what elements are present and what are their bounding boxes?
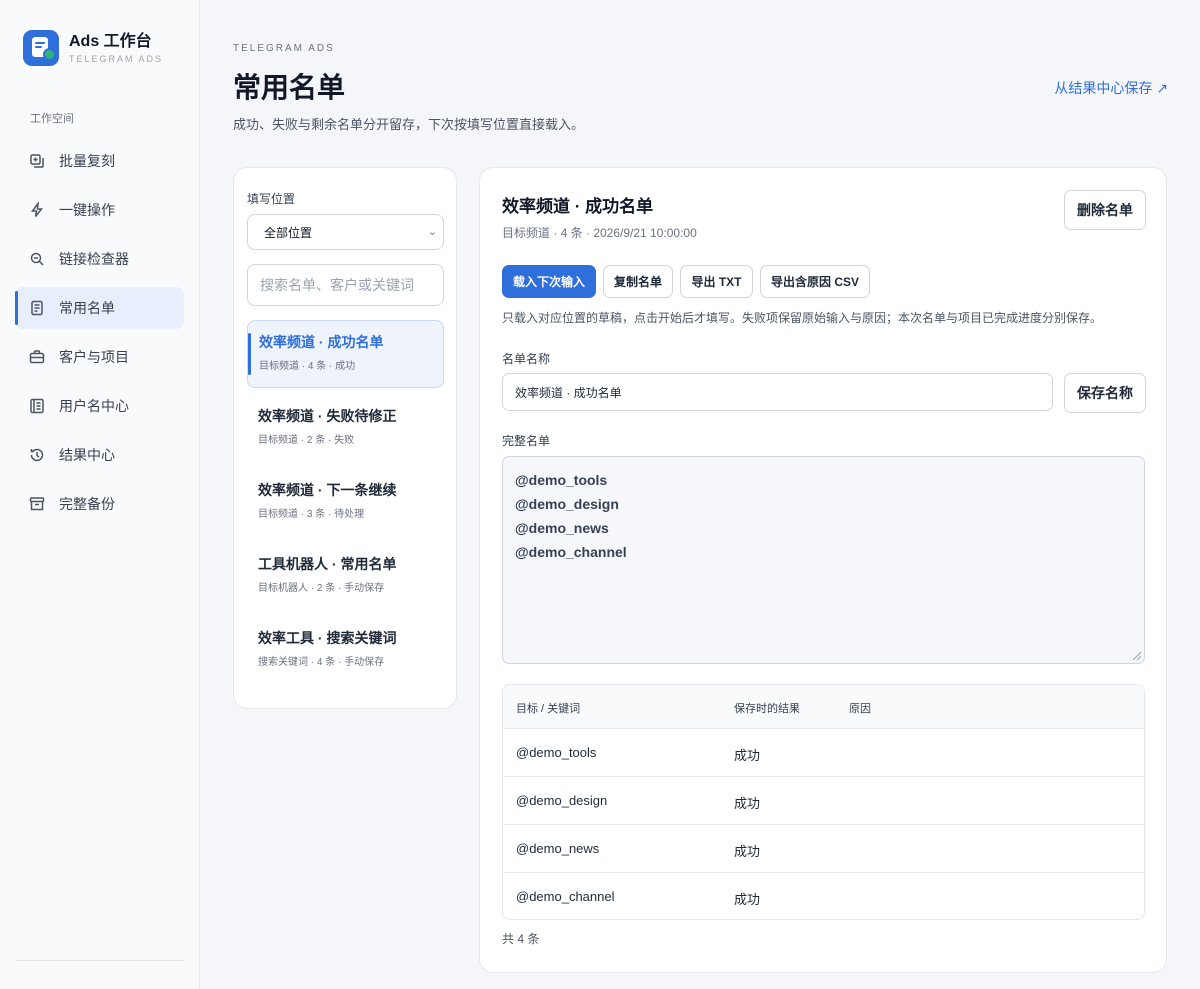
sidebar-item-label: 用户名中心 [59,398,129,414]
name-field-label: 名单名称 [502,352,551,366]
address-book-icon [29,398,45,414]
full-list-line: @demo_tools [515,472,608,488]
detail-meta: 目标频道 · 4 条 · 2026/9/21 10:00:00 [502,226,697,240]
sidebar-item-full-backup[interactable]: 完整备份 [15,483,184,525]
sidebar-item-saved-lists[interactable]: 常用名单 [15,287,184,329]
table-row: @demo_news 成功 [503,825,1144,873]
page-eyebrow: TELEGRAM ADS [233,43,335,54]
list-detail-panel: 效率频道 · 成功名单 目标频道 · 4 条 · 2026/9/21 10:00… [479,167,1167,973]
sidebar: Ads 工作台 TELEGRAM ADS 工作空间 批量复刻 一键操作 链接检查… [0,0,200,989]
full-list-label: 完整名单 [502,434,551,448]
list-item-title: 效率频道 · 成功名单 [259,334,384,350]
full-list-line: @demo_news [515,520,609,536]
list-item-title: 效率频道 · 失败待修正 [258,408,397,424]
sidebar-item-username-center[interactable]: 用户名中心 [15,385,184,427]
load-next-input-button[interactable]: 载入下次输入 [502,265,596,298]
sidebar-divider [15,960,184,961]
brand[interactable]: Ads 工作台 TELEGRAM ADS [23,30,163,66]
sidebar-item-link-checker[interactable]: 链接检查器 [15,238,184,280]
position-select[interactable]: 全部位置 ⌄ [247,214,444,250]
list-item[interactable]: 效率工具 · 搜索关键词 搜索关键词 · 4 条 · 手动保存 [247,616,444,684]
list-item-meta: 目标频道 · 2 条 · 失败 [258,435,355,446]
sidebar-item-label: 常用名单 [59,300,115,316]
list-item[interactable]: 工具机器人 · 常用名单 目标机器人 · 2 条 · 手动保存 [247,542,444,610]
full-list-line: @demo_channel [515,544,627,560]
archive-icon [29,496,45,512]
list-item-meta: 目标机器人 · 2 条 · 手动保存 [258,583,385,594]
sidebar-item-label: 链接检查器 [59,251,129,267]
brand-title: Ads 工作台 [69,33,152,50]
table-row: @demo_channel 成功 [503,873,1144,919]
app-logo-icon [23,30,59,66]
sidebar-item-label: 客户与项目 [59,349,129,365]
list-item-meta: 搜索关键词 · 4 条 · 手动保存 [258,657,385,668]
sidebar-item-label: 批量复刻 [59,153,115,169]
column-header-result: 保存时的结果 [734,703,800,715]
cell-target: @demo_tools [516,745,597,760]
sidebar-item-clients-projects[interactable]: 客户与项目 [15,336,184,378]
table-row: @demo_design 成功 [503,777,1144,825]
full-list-textarea[interactable]: @demo_tools @demo_design @demo_news @dem… [502,456,1145,664]
workspace-section-label: 工作空间 [30,113,74,125]
export-txt-button[interactable]: 导出 TXT [680,265,753,298]
lightning-icon [29,202,45,218]
list-item[interactable]: 效率频道 · 下一条继续 目标频道 · 3 条 · 待处理 [247,468,444,536]
list-search-input[interactable] [247,264,444,306]
cell-result: 成功 [734,748,761,763]
sidebar-item-label: 完整备份 [59,496,115,512]
cell-target: @demo_channel [516,889,615,904]
full-list-line: @demo_design [515,496,619,512]
cell-result: 成功 [734,844,761,859]
table-header: 目标 / 关键词 保存时的结果 原因 [503,685,1144,729]
page-title: 常用名单 [233,72,346,103]
load-note: 只载入对应位置的草稿，点击开始后才填写。失败项保留原始输入与原因；本次名单与项目… [502,311,1103,325]
list-item-meta: 目标频道 · 4 条 · 成功 [259,361,356,372]
saved-list-items: 效率频道 · 成功名单 目标频道 · 4 条 · 成功 效率频道 · 失败待修正… [247,320,444,690]
position-label: 填写位置 [247,192,296,206]
cell-target: @demo_design [516,793,608,808]
list-name-input[interactable] [502,373,1053,411]
column-header-reason: 原因 [849,703,871,715]
list-item[interactable]: 效率频道 · 失败待修正 目标频道 · 2 条 · 失败 [247,394,444,462]
copy-list-button[interactable]: 复制名单 [603,265,673,298]
search-zoom-icon [29,251,45,267]
list-item-title: 工具机器人 · 常用名单 [258,556,397,572]
list-panel: 填写位置 全部位置 ⌄ 效率频道 · 成功名单 目标频道 · 4 条 · 成功 … [233,167,457,709]
sidebar-item-batch-copy[interactable]: 批量复刻 [15,140,184,182]
column-header-target: 目标 / 关键词 [516,703,581,715]
save-from-results-link[interactable]: 从结果中心保存 ↗ [1054,78,1168,98]
save-name-button[interactable]: 保存名称 [1064,373,1146,413]
cell-result: 成功 [734,796,761,811]
list-item-title: 效率工具 · 搜索关键词 [258,630,397,646]
cell-result: 成功 [734,892,761,907]
sidebar-item-result-center[interactable]: 结果中心 [15,434,184,476]
table-count: 共 4 条 [502,932,540,946]
table-row: @demo_tools 成功 [503,729,1144,777]
history-icon [29,447,45,463]
resize-handle-icon[interactable] [1133,652,1141,660]
chevron-down-icon: ⌄ [427,226,437,238]
cell-target: @demo_news [516,841,600,856]
results-table: 目标 / 关键词 保存时的结果 原因 @demo_tools 成功 @demo_… [502,684,1145,920]
briefcase-icon [29,349,45,365]
position-select-value: 全部位置 [264,225,313,240]
detail-title: 效率频道 · 成功名单 [502,197,654,216]
sidebar-item-one-click[interactable]: 一键操作 [15,189,184,231]
sidebar-item-label: 结果中心 [59,447,115,463]
sidebar-nav: 批量复刻 一键操作 链接检查器 常用名单 客户与项目 用户名中心 结果中心 完整… [15,140,184,532]
brand-subtitle: TELEGRAM ADS [69,54,164,64]
list-item-title: 效率频道 · 下一条继续 [258,482,397,498]
list-item-meta: 目标频道 · 3 条 · 待处理 [258,509,365,520]
list-item[interactable]: 效率频道 · 成功名单 目标频道 · 4 条 · 成功 [247,320,444,388]
document-icon [29,300,45,316]
delete-list-button[interactable]: 删除名单 [1064,190,1146,230]
export-csv-button[interactable]: 导出含原因 CSV [760,265,870,298]
sidebar-item-label: 一键操作 [59,202,115,218]
copy-plus-icon [29,153,45,169]
page-description: 成功、失败与剩余名单分开留存，下次按填写位置直接载入。 [233,117,585,132]
